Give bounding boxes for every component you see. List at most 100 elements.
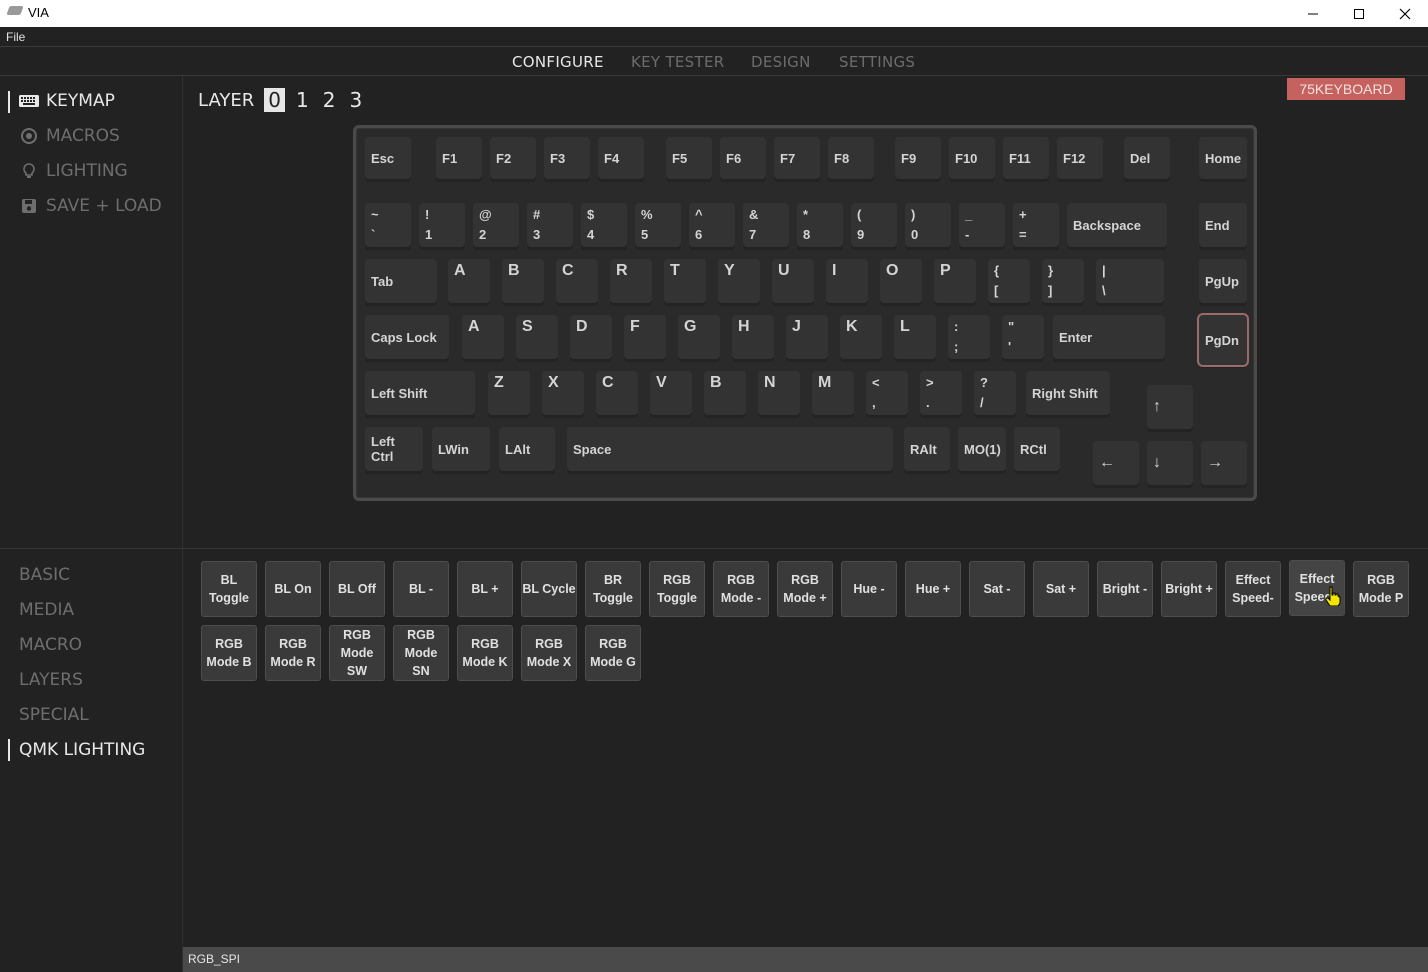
key-y[interactable]: Y: [718, 259, 760, 303]
key-tab[interactable]: Tab: [365, 259, 437, 303]
key-u[interactable]: U: [772, 259, 814, 303]
key-f1[interactable]: F1: [436, 137, 482, 179]
key-left-ctrl[interactable]: Left Ctrl: [365, 427, 423, 471]
keycode-hue-dec[interactable]: Hue -: [841, 561, 897, 617]
key-end[interactable]: End: [1199, 203, 1247, 247]
keycode-rgb-mode-sn[interactable]: RGB Mode SN: [393, 625, 449, 681]
key-e[interactable]: C: [556, 259, 598, 303]
keycode-rgb-toggle[interactable]: RGB Toggle: [649, 561, 705, 617]
tab-settings[interactable]: SETTINGS: [839, 53, 915, 71]
category-basic[interactable]: BASIC: [19, 565, 70, 585]
key-7[interactable]: & 7: [743, 203, 789, 247]
key-s[interactable]: S: [516, 315, 558, 359]
key-left-shift[interactable]: Left Shift: [365, 371, 475, 415]
key-f8[interactable]: F8: [828, 137, 874, 179]
key-f11[interactable]: F11: [1003, 137, 1049, 179]
keycode-rgb-mode-x[interactable]: RGB Mode X: [521, 625, 577, 681]
category-special[interactable]: SPECIAL: [19, 705, 89, 725]
layer-button-2[interactable]: 2: [320, 88, 339, 112]
key-l[interactable]: L: [894, 315, 936, 359]
key-t[interactable]: T: [664, 259, 706, 303]
keycode-rgb-mode-b[interactable]: RGB Mode B: [201, 625, 257, 681]
key-f9[interactable]: F9: [895, 137, 941, 179]
sidebar-item-keymap[interactable]: KEYMAP: [18, 89, 115, 113]
key-f2[interactable]: F2: [490, 137, 536, 179]
key-1[interactable]: ! 1: [419, 203, 465, 247]
key-mo1[interactable]: MO(1): [958, 427, 1006, 471]
key-v[interactable]: V: [650, 371, 692, 415]
keycode-rgb-mode-r[interactable]: RGB Mode R: [265, 625, 321, 681]
tab-configure[interactable]: CONFIGURE: [512, 53, 604, 71]
key-esc[interactable]: Esc: [365, 137, 411, 179]
keycode-rgb-mode-inc[interactable]: RGB Mode +: [777, 561, 833, 617]
key-k[interactable]: K: [840, 315, 882, 359]
key-f[interactable]: F: [624, 315, 666, 359]
key-right-shift[interactable]: Right Shift: [1026, 371, 1110, 415]
keycode-effect-speed-dec[interactable]: Effect Speed-: [1225, 561, 1281, 617]
keycode-bl-off[interactable]: BL Off: [329, 561, 385, 617]
key-f5[interactable]: F5: [666, 137, 712, 179]
key-home[interactable]: Home: [1199, 137, 1247, 179]
key-comma[interactable]: <,: [866, 371, 908, 415]
sidebar-item-save-load[interactable]: SAVE + LOAD: [18, 194, 162, 218]
key-rctl[interactable]: RCtl: [1014, 427, 1060, 471]
key-c[interactable]: C: [596, 371, 638, 415]
key-equal[interactable]: + =: [1013, 203, 1059, 247]
keycode-sat-dec[interactable]: Sat -: [969, 561, 1025, 617]
category-macro[interactable]: MACRO: [19, 635, 82, 655]
category-layers[interactable]: LAYERS: [19, 670, 83, 690]
keycode-bl-on[interactable]: BL On: [265, 561, 321, 617]
sidebar-item-macros[interactable]: MACROS: [18, 124, 120, 148]
key-caps-lock[interactable]: Caps Lock: [365, 315, 449, 359]
keycode-bl-toggle[interactable]: BL Toggle: [201, 561, 257, 617]
keycode-sat-inc[interactable]: Sat +: [1033, 561, 1089, 617]
key-down[interactable]: ↓: [1147, 441, 1193, 485]
tab-key-tester[interactable]: KEY TESTER: [631, 53, 724, 71]
key-q[interactable]: A: [448, 259, 490, 303]
keycode-rgb-mode-sw[interactable]: RGB Mode SW: [329, 625, 385, 681]
key-backspace[interactable]: Backspace: [1067, 203, 1167, 247]
key-backslash[interactable]: | \: [1096, 259, 1164, 303]
key-left[interactable]: ←: [1093, 441, 1139, 485]
key-m[interactable]: M: [812, 371, 854, 415]
minimize-button[interactable]: [1290, 0, 1336, 27]
key-w[interactable]: B: [502, 259, 544, 303]
layer-button-3[interactable]: 3: [346, 88, 365, 112]
key-minus[interactable]: _ -: [959, 203, 1005, 247]
key-b[interactable]: B: [704, 371, 746, 415]
menu-file[interactable]: File: [6, 30, 25, 44]
key-x[interactable]: X: [542, 371, 584, 415]
keycode-bl-cycle[interactable]: BL Cycle: [521, 561, 577, 617]
key-f7[interactable]: F7: [774, 137, 820, 179]
key-f10[interactable]: F10: [949, 137, 995, 179]
keycode-hue-inc[interactable]: Hue +: [905, 561, 961, 617]
key-enter[interactable]: Enter: [1053, 315, 1165, 359]
keycode-rgb-mode-dec[interactable]: RGB Mode -: [713, 561, 769, 617]
key-d[interactable]: D: [570, 315, 612, 359]
key-lwin[interactable]: LWin: [432, 427, 490, 471]
key-a[interactable]: A: [462, 315, 504, 359]
maximize-button[interactable]: [1336, 0, 1382, 27]
key-lalt[interactable]: LAlt: [499, 427, 555, 471]
keycode-bright-dec[interactable]: Bright -: [1097, 561, 1153, 617]
key-r[interactable]: R: [610, 259, 652, 303]
category-qmk-lighting[interactable]: QMK LIGHTING: [19, 740, 145, 760]
layer-button-0[interactable]: 0: [264, 88, 285, 112]
keycode-br-toggle[interactable]: BR Toggle: [585, 561, 641, 617]
key-right[interactable]: →: [1201, 441, 1247, 485]
key-up[interactable]: ↑: [1147, 385, 1193, 429]
keycode-bl-dec[interactable]: BL -: [393, 561, 449, 617]
key-2[interactable]: @2: [473, 203, 519, 247]
key-right-bracket[interactable]: }]: [1042, 259, 1084, 303]
keycode-bright-inc[interactable]: Bright +: [1161, 561, 1217, 617]
key-0[interactable]: ) 0: [905, 203, 951, 247]
key-period[interactable]: >.: [920, 371, 962, 415]
key-f3[interactable]: F3: [544, 137, 590, 179]
key-j[interactable]: J: [786, 315, 828, 359]
key-n[interactable]: N: [758, 371, 800, 415]
key-5[interactable]: % 5: [635, 203, 681, 247]
key-z[interactable]: Z: [488, 371, 530, 415]
key-space[interactable]: Space: [567, 427, 893, 471]
key-3[interactable]: #3: [527, 203, 573, 247]
key-grave[interactable]: ~ `: [365, 203, 411, 247]
